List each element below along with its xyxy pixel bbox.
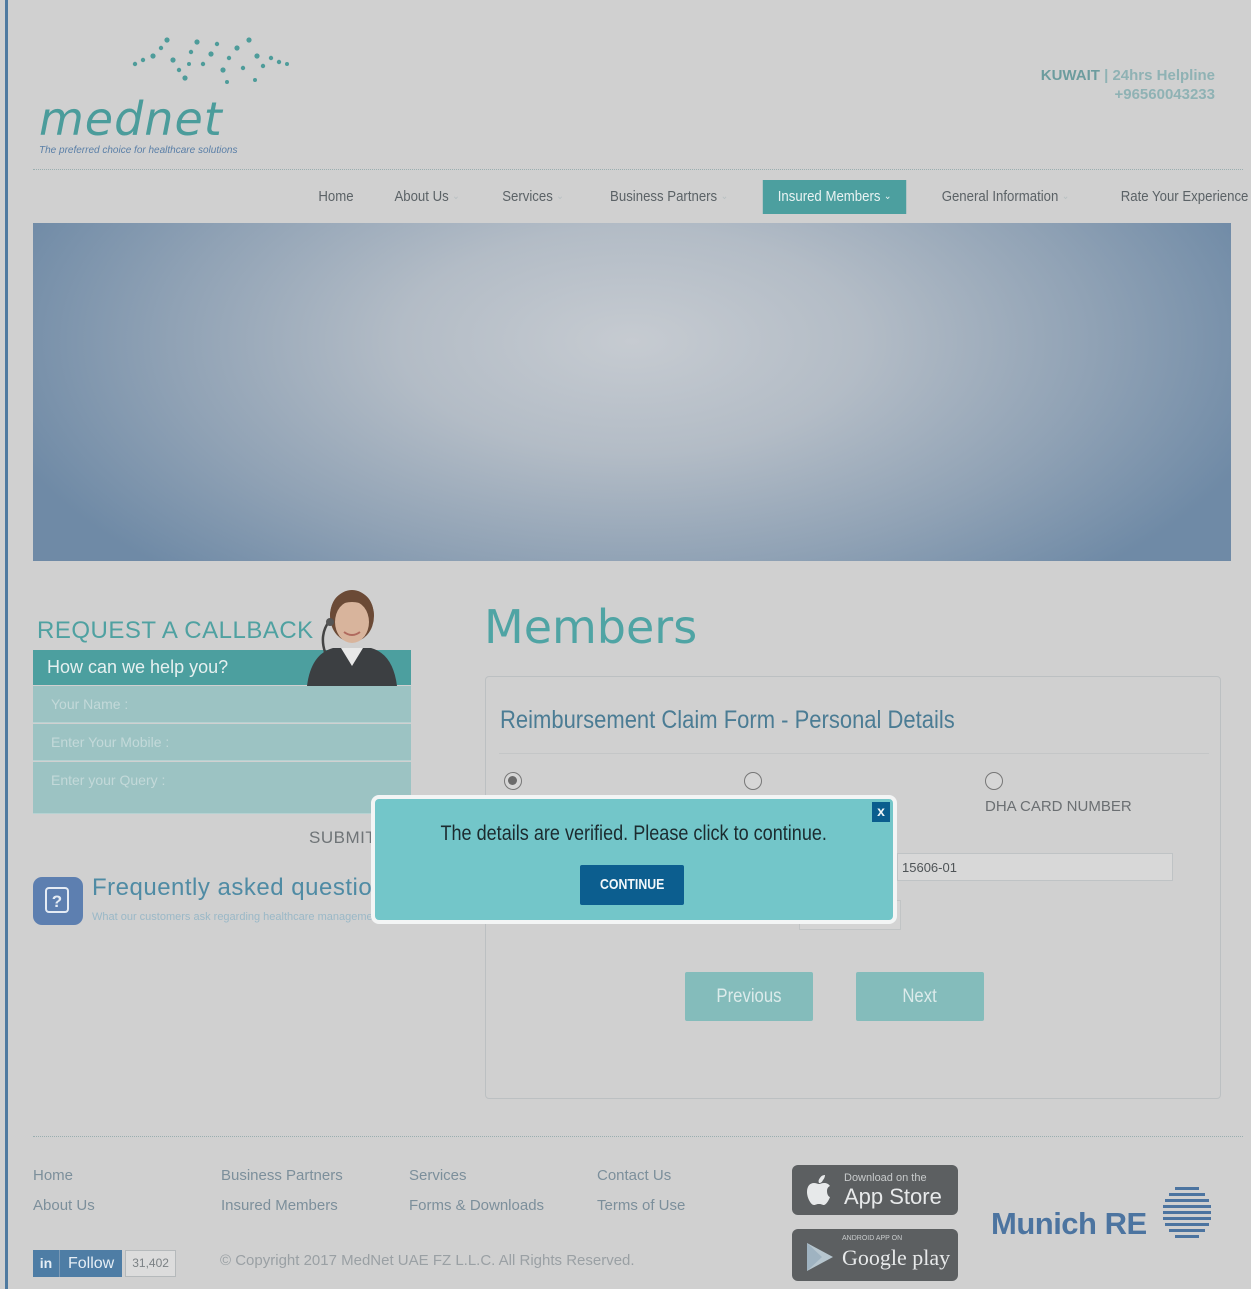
chevron-down-icon: ⌄: [884, 191, 892, 202]
faq-title[interactable]: Frequently asked questions: [92, 874, 372, 902]
nav-general-information-label: General Information: [941, 188, 1059, 205]
form-divider: [499, 753, 1209, 754]
nav-services[interactable]: Services ⌄: [487, 180, 578, 214]
page-title: Members: [484, 600, 698, 654]
footer-link-forms-downloads[interactable]: Forms & Downloads: [409, 1197, 544, 1214]
apple-icon: [807, 1175, 830, 1205]
close-icon[interactable]: x: [872, 802, 890, 822]
nav-services-label: Services: [502, 188, 553, 205]
munich-re-mark-icon: [1163, 1187, 1211, 1238]
next-button[interactable]: Next: [856, 972, 984, 1021]
nav-home-label: Home: [318, 188, 354, 205]
page: mednet The preferred choice for healthca…: [9, 0, 1251, 1289]
app-store-big-text: App Store: [844, 1184, 942, 1209]
callback-submit-button[interactable]: SUBMIT: [309, 828, 376, 848]
callback-query-input[interactable]: Enter your Query :: [33, 762, 411, 814]
support-agent-avatar: [307, 590, 397, 686]
footer-link-terms-of-use[interactable]: Terms of Use: [597, 1197, 685, 1214]
linkedin-follow-button[interactable]: in Follow 31,402: [33, 1250, 176, 1277]
chevron-down-icon: ⌄: [556, 191, 564, 202]
helpline: KUWAIT | 24hrs Helpline +96560043233: [1041, 66, 1215, 104]
chevron-down-icon: ⌄: [452, 191, 460, 202]
nav-rate-your-experience-label: Rate Your Experience: [1120, 188, 1249, 205]
callback-name-input[interactable]: Your Name :: [33, 686, 411, 723]
footer-link-services[interactable]: Services: [409, 1167, 467, 1184]
nav-business-partners-label: Business Partners: [610, 188, 718, 205]
footer-link-home[interactable]: Home: [33, 1167, 73, 1184]
radio-option-1[interactable]: [504, 772, 522, 790]
footer-link-insured-members[interactable]: Insured Members: [221, 1197, 338, 1214]
logo-tagline: The preferred choice for healthcare solu…: [39, 145, 238, 156]
main-nav: Home About Us ⌄ Services ⌄ Business Partne…: [299, 180, 1251, 214]
linkedin-follower-count: 31,402: [125, 1250, 176, 1277]
helpline-label: | 24hrs Helpline: [1099, 67, 1215, 84]
nav-insured-members-label: Insured Members: [777, 188, 881, 205]
callback-title: REQUEST A CALLBACK: [37, 617, 314, 644]
google-play-badge[interactable]: ANDROID APP ON Google play: [792, 1229, 958, 1281]
nav-general-information[interactable]: General Information ⌄: [927, 180, 1084, 214]
previous-button-label: Previous: [716, 986, 782, 1007]
nav-home[interactable]: Home: [303, 180, 368, 214]
chevron-down-icon: ⌄: [1062, 191, 1070, 202]
helpline-country: KUWAIT: [1040, 67, 1100, 84]
nav-about-us[interactable]: About Us ⌄: [380, 180, 475, 214]
mednet-logo-icon: [132, 37, 289, 84]
footer-link-about-us[interactable]: About Us: [33, 1197, 95, 1214]
nav-insured-members[interactable]: Insured Members ⌄: [762, 180, 907, 214]
radio-option-dha-card[interactable]: [985, 772, 1003, 790]
linkedin-icon: in: [33, 1250, 60, 1277]
logo-wordmark[interactable]: mednet: [39, 92, 223, 146]
chevron-down-icon: ⌄: [720, 191, 729, 202]
footer-link-business-partners[interactable]: Business Partners: [221, 1167, 343, 1184]
form-title: Reimbursement Claim Form - Personal Deta…: [500, 706, 955, 734]
callback-mobile-input[interactable]: Enter Your Mobile :: [33, 724, 411, 761]
radio-dha-card-label: DHA CARD NUMBER: [985, 798, 1132, 815]
next-button-label: Next: [902, 986, 938, 1007]
app-store-small-text: Download on the: [844, 1172, 927, 1184]
nav-about-us-label: About Us: [394, 188, 449, 205]
footer-link-contact-us[interactable]: Contact Us: [597, 1167, 671, 1184]
footer-divider: [33, 1136, 1243, 1137]
nav-business-partners[interactable]: Business Partners ⌄: [595, 180, 743, 214]
modal-message: The details are verified. Please click t…: [371, 822, 897, 846]
app-store-badge[interactable]: Download on the App Store: [792, 1165, 958, 1215]
previous-button[interactable]: Previous: [685, 972, 813, 1021]
continue-button[interactable]: CONTINUE: [580, 865, 684, 905]
header-divider: [33, 169, 1243, 170]
question-icon[interactable]: ?: [33, 877, 83, 925]
google-play-small-text: ANDROID APP ON: [842, 1235, 903, 1242]
copyright: © Copyright 2017 MedNet UAE FZ L.L.C. Al…: [220, 1252, 635, 1269]
helpline-number[interactable]: +96560043233: [1041, 85, 1215, 104]
card-number-input[interactable]: 15606-01: [897, 853, 1173, 881]
hero-banner: [33, 223, 1231, 561]
google-play-big-text: Google play: [842, 1245, 951, 1270]
faq-subtitle: What our customers ask regarding healthc…: [92, 911, 372, 923]
left-border: [0, 0, 9, 1289]
continue-button-label: CONTINUE: [599, 876, 665, 893]
radio-option-2[interactable]: [744, 772, 762, 790]
munich-re-logo[interactable]: Munich RE: [991, 1206, 1147, 1242]
google-play-icon: [807, 1243, 833, 1271]
linkedin-follow-label: Follow: [60, 1250, 123, 1277]
nav-rate-your-experience[interactable]: Rate Your Experience: [1106, 180, 1251, 214]
modal-message-text: The details are verified. Please click t…: [440, 822, 828, 845]
